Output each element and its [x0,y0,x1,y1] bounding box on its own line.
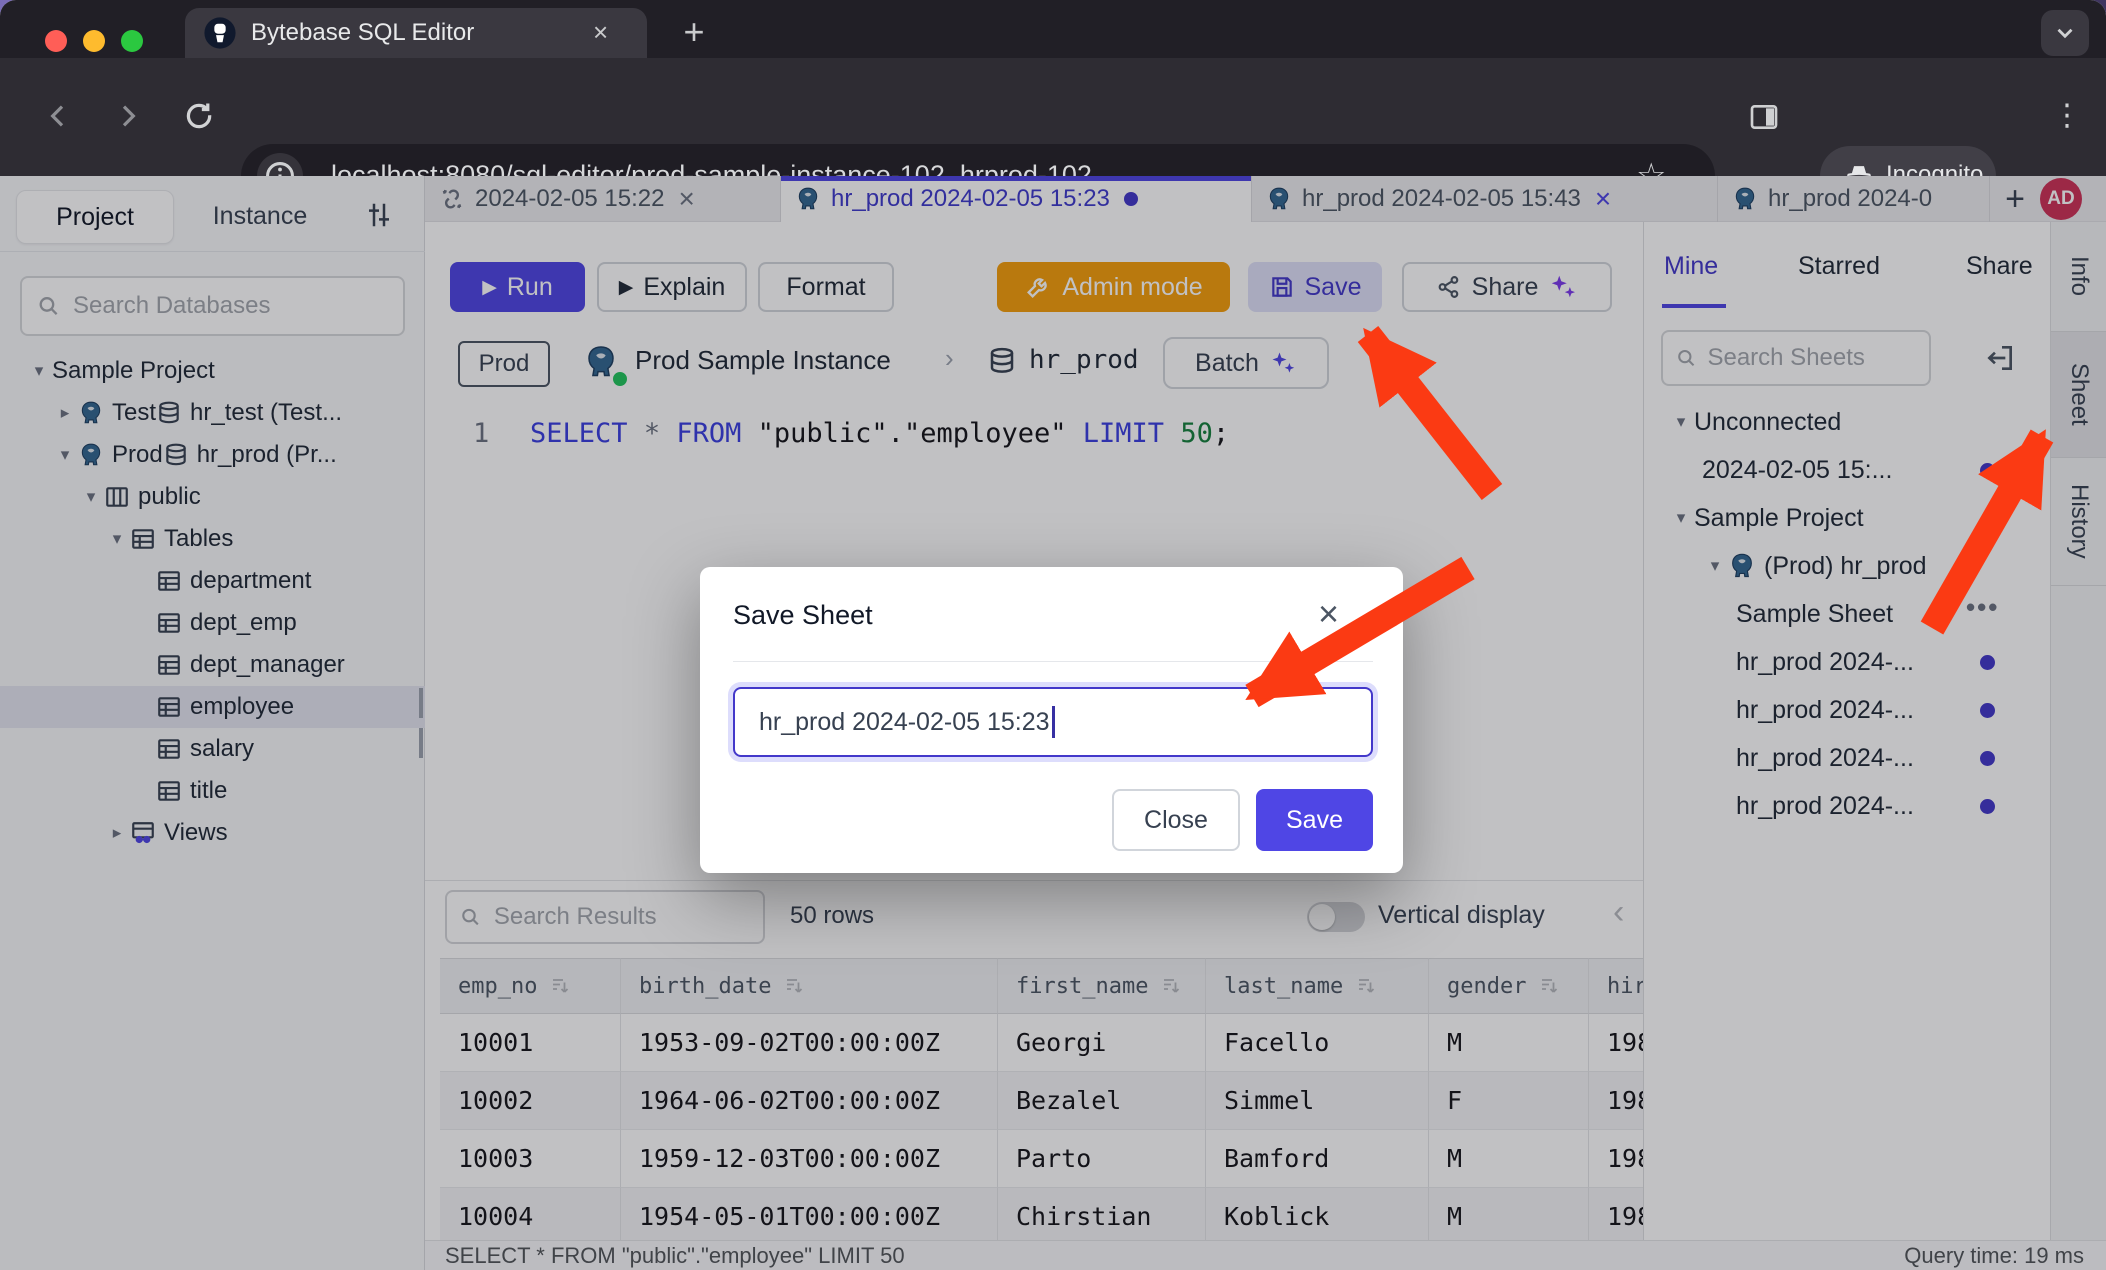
save-sheet-dialog: Save Sheet × hr_prod 2024-02-05 15:23 Cl… [700,567,1403,873]
dialog-close-button[interactable]: Close [1112,789,1240,851]
browser-tab-title: Bytebase SQL Editor [251,19,474,47]
sheet-name-value: hr_prod 2024-02-05 15:23 [759,708,1050,737]
side-panel-icon[interactable] [1748,101,1780,133]
browser-toolbar: localhost:8080/sql-editor/prod-sample-in… [0,58,2106,176]
new-tab-button[interactable]: + [672,10,716,54]
chrome-menu-icon[interactable]: ⋮ [2052,98,2082,133]
window-close-button[interactable] [45,30,67,52]
screen: Bytebase SQL Editor × + localhost:8080/s… [0,0,2106,1270]
dialog-close-icon[interactable]: × [1318,593,1339,635]
chevron-down-icon [2052,20,2078,46]
window-minimize-button[interactable] [83,30,105,52]
tab-search-button[interactable] [2041,10,2089,56]
browser-window: Bytebase SQL Editor × + localhost:8080/s… [0,0,2106,1270]
forward-icon[interactable] [112,100,144,132]
dialog-save-button[interactable]: Save [1256,789,1373,851]
window-zoom-button[interactable] [121,30,143,52]
browser-tabstrip: Bytebase SQL Editor × + [0,0,2106,58]
browser-tab[interactable]: Bytebase SQL Editor × [185,8,647,58]
sheet-name-input[interactable]: hr_prod 2024-02-05 15:23 [733,687,1373,757]
reload-icon[interactable] [182,99,216,133]
browser-tab-close-icon[interactable]: × [593,17,608,48]
dialog-title: Save Sheet [733,600,873,631]
bytebase-favicon [203,16,237,50]
text-caret [1052,706,1055,738]
divider [733,661,1373,662]
back-icon[interactable] [42,100,74,132]
